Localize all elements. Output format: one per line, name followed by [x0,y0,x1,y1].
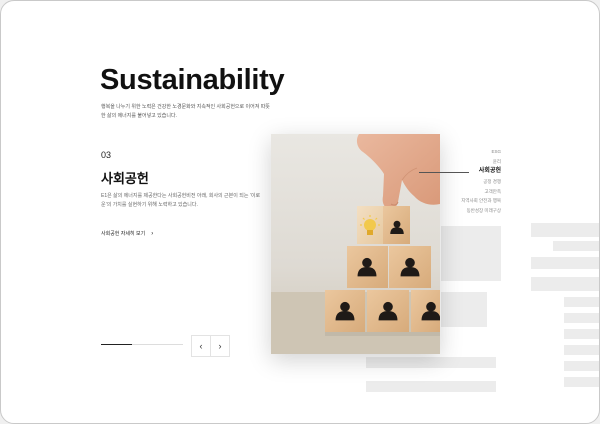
decor-block-5 [531,277,599,291]
decor-block-14 [564,377,599,387]
decor-block-4 [531,257,599,269]
decor-block-2 [531,223,599,237]
side-nav-item-esg[interactable]: ESG [461,147,501,157]
feature-photo [271,134,440,354]
slide-pager: ‹ › [191,335,230,357]
decor-block-6 [441,292,487,327]
side-nav-item-community-safety[interactable]: 지역사회 안전과 행복 [461,196,501,206]
chevron-right-icon: › [218,341,222,351]
decor-block-13 [366,381,496,392]
side-nav: ESG 윤리 사회공헌 공정 경쟁 고객만족 지역사회 안전과 행복 동반성장 … [461,147,501,215]
page-title: Sustainability [100,64,285,96]
side-nav-item-ethics[interactable]: 윤리 [461,157,501,167]
slide-progress-fill [101,344,133,345]
more-link[interactable]: 사회공헌 자세히 보기 › [101,230,154,238]
decor-block-3 [553,241,599,251]
side-nav-item-social-contribution[interactable]: 사회공헌 [461,166,501,177]
section-description: E1은 삶의 에너지를 제공한다는 사회공헌비전 아래, 회사의 근본이 되는 … [101,193,261,208]
chevron-left-icon: ‹ [199,341,203,351]
decor-block-7 [564,297,599,307]
side-nav-item-customer-satisfaction[interactable]: 고객만족 [461,187,501,197]
prev-slide-button[interactable]: ‹ [192,336,211,356]
section-title: 사회공헌 [101,171,149,186]
intro-text: 행복을 나누기 위한 노력은 건강한 노경문화와 지속적인 사회공헌으로 이어져… [101,104,270,119]
next-slide-button[interactable]: › [211,336,229,356]
decor-block-11 [564,345,599,355]
decor-block-10 [366,357,496,368]
side-nav-item-fair-competition[interactable]: 공정 경쟁 [461,177,501,187]
more-link-label: 사회공헌 자세히 보기 [101,231,146,237]
decor-block-1 [441,226,501,281]
decor-block-8 [564,313,599,323]
decor-block-9 [564,329,599,339]
side-nav-item-shared-growth[interactable]: 동반성장 미래구상 [461,206,501,216]
decor-block-12 [564,361,599,371]
section-number: 03 [101,150,112,160]
chevron-right-icon: › [151,230,154,237]
slide-progress-bar [101,344,183,345]
page-frame: Sustainability 행복을 나누기 위한 노력은 건강한 노경문화와 … [0,0,600,424]
wooden-blocks-illustration [271,134,440,354]
